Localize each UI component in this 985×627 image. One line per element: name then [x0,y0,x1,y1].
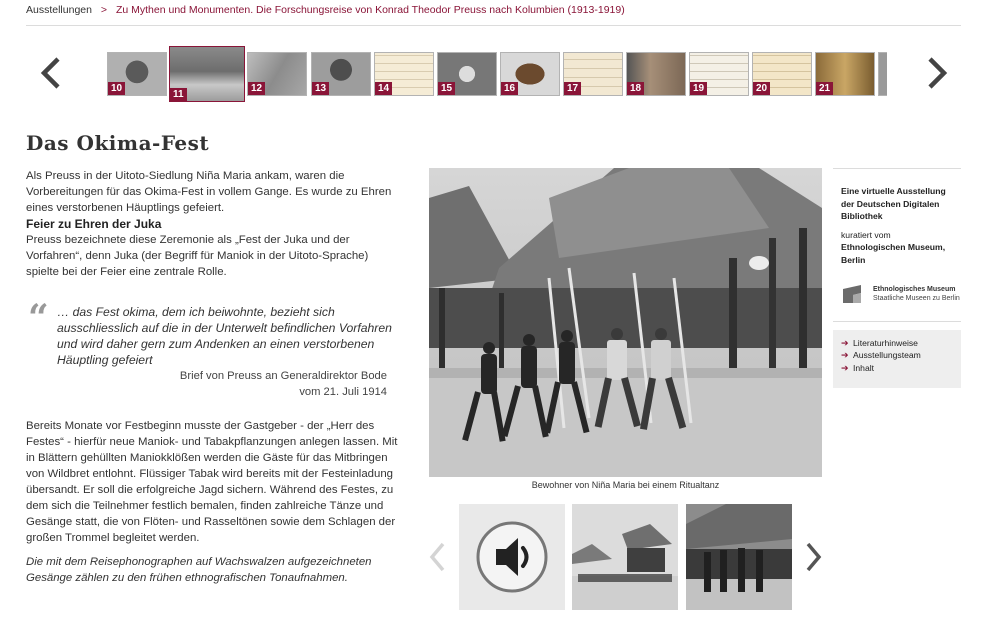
thumbnail-number: 18 [627,82,645,95]
blockquote: “ … das Fest okima, dem ich beiwohnte, b… [26,300,402,400]
paragraph-juka: Preuss bezeichnete diese Zeremonie als „… [26,234,369,278]
breadcrumb: Ausstellungen > Zu Mythen und Monumenten… [26,4,625,16]
museum-logo-block[interactable]: Ethnologisches Museum Staatliche Museen … [841,282,961,307]
thumbnail-13[interactable]: 13 [311,52,371,96]
museum-logo-line-2: Staatliche Museen zu Berlin [873,294,960,302]
article-text: Als Preuss in der Uitoto-Siedlung Niña M… [26,168,402,586]
thumbnail-11[interactable]: 11 [169,46,245,102]
breadcrumb-link-ausstellungen[interactable]: Ausstellungen [26,4,92,16]
carousel-next-button[interactable] [803,540,823,574]
sidebar-link-label: Ausstellungsteam [853,350,921,361]
sidebar-curated-by: kuratiert vom [841,229,891,240]
arrow-right-icon: ➔ [841,350,849,361]
intro-paragraph: Als Preuss in der Uitoto-Siedlung Niña M… [26,170,392,214]
link-literaturhinweise[interactable]: ➔ Literaturhinweise [841,337,961,350]
photo-caption: Bewohner von Niña Maria bei einem Ritual… [531,480,720,490]
thumbnail-number: 16 [501,82,519,95]
breadcrumb-current[interactable]: Zu Mythen und Monumenten. Die Forschungs… [116,4,625,16]
thumbnail-image [879,53,887,95]
sidebar-title: Eine virtuelle Ausstellung der Deutschen… [841,186,946,222]
chevron-left-icon [40,57,60,89]
thumbnail-number: 13 [312,82,330,95]
carousel-prev-button[interactable] [428,540,448,574]
link-inhalt[interactable]: ➔ Inhalt [841,362,961,375]
thumbnail-number: 19 [690,82,708,95]
museum-logo-text: Ethnologisches Museum Staatliche Museen … [873,285,960,303]
quote-mark-icon: “ [28,297,49,339]
thumbnail-number: 12 [248,82,266,95]
sidebar-divider [833,320,961,322]
chevron-right-icon [928,57,948,89]
sidebar-info: Eine virtuelle Ausstellung der Deutschen… [833,168,961,307]
village-photo-thumbnail [572,504,678,610]
thumbnail-number: 21 [816,82,834,95]
thumbnail-15[interactable]: 15 [437,52,497,96]
thumbnail-16[interactable]: 16 [500,52,560,96]
ritual-dance-photo [429,168,822,477]
sidebar-links: ➔ Literaturhinweise ➔ Ausstellungsteam ➔ In… [833,329,961,389]
photo-media-tile[interactable] [572,504,678,610]
thumbnail-18[interactable]: 18 [626,52,686,96]
page-title: Das Okima-Fest [26,131,210,155]
thumbnail-strip: 10 11 12 13 14 15 16 17 18 19 20 21 [107,46,887,102]
thumbnail-next-partial[interactable] [878,52,887,96]
paragraph-fest: Bereits Monate vor Festbeginn musste der… [26,420,398,544]
thumbnail-17[interactable]: 17 [563,52,623,96]
section-heading: Feier zu Ehren der Juka [26,217,162,231]
quote-source-line-2: vom 21. Juli 1914 [299,386,387,398]
thumbnail-12[interactable]: 12 [247,52,307,96]
chevron-left-icon [429,542,445,572]
thumbnail-number: 14 [375,82,393,95]
thumbnail-14[interactable]: 14 [374,52,434,96]
breadcrumb-separator: > [100,4,108,16]
sidebar-link-label: Literaturhinweise [853,337,918,348]
thumbnail-20[interactable]: 20 [752,52,812,96]
thumbnail-number: 20 [753,82,771,95]
breadcrumb-divider [26,25,961,26]
arrow-right-icon: ➔ [841,362,849,373]
thumbnail-next-button[interactable] [920,53,952,93]
paragraph-phonograph: Die mit dem Reisephonographen auf Wachsw… [26,556,372,584]
audio-media-tile[interactable] [459,504,565,610]
museum-logo-line-1: Ethnologisches Museum [873,285,956,293]
sidebar-museum: Ethnologischen Museum, Berlin [841,242,946,265]
thumbnail-number: 15 [438,82,456,95]
sidebar: Eine virtuelle Ausstellung der Deutschen… [833,168,961,389]
chevron-right-icon [806,542,822,572]
quote-text: … das Fest okima, dem ich beiwohnte, bez… [57,305,392,367]
quote-source-line-1: Brief von Preuss an Generaldirektor Bode [179,370,387,382]
thumbnail-number: 11 [170,88,187,101]
thumbnail-number: 10 [108,82,126,95]
thumbnail-21[interactable]: 21 [815,52,875,96]
link-ausstellungsteam[interactable]: ➔ Ausstellungsteam [841,349,961,362]
thumbnail-prev-button[interactable] [36,53,68,93]
thumbnail-10[interactable]: 10 [107,52,167,96]
dance-photo-thumbnail [686,504,792,610]
museum-logo-icon [841,282,863,305]
thumbnail-number: 17 [564,82,582,95]
photo-media-tile[interactable] [686,504,792,610]
speaker-icon [476,521,548,593]
sidebar-link-label: Inhalt [853,362,875,373]
arrow-right-icon: ➔ [841,337,849,348]
thumbnail-19[interactable]: 19 [689,52,749,96]
main-photo[interactable] [429,168,822,477]
